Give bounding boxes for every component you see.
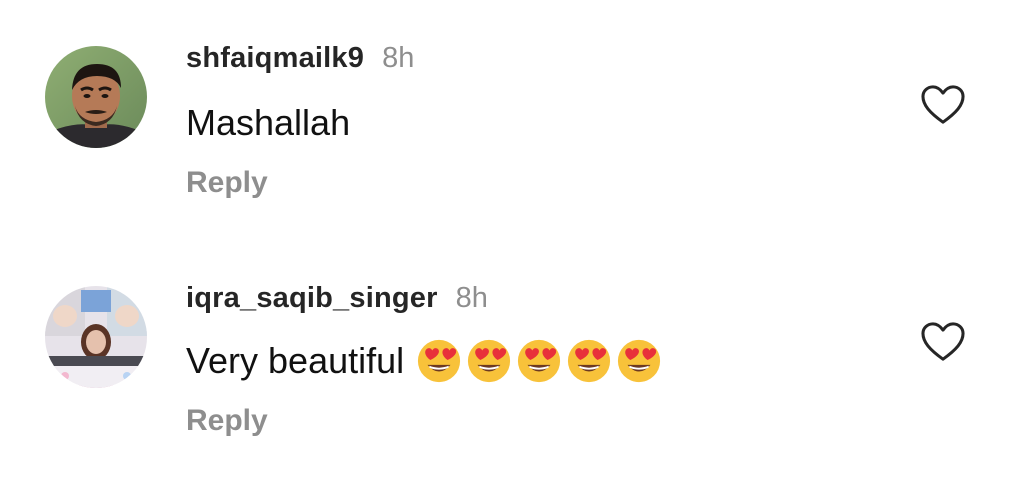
- reply-button[interactable]: Reply: [186, 404, 268, 438]
- comment-item: iqra_saqib_singer 8h Very beautiful Repl…: [0, 0, 1024, 437]
- emoji-row: [416, 338, 666, 384]
- comment-meta: iqra_saqib_singer 8h: [186, 282, 488, 322]
- comment-text-body: Very beautiful: [186, 340, 405, 381]
- timestamp: 8h: [455, 282, 488, 314]
- heart-eyes-emoji-icon: [468, 339, 511, 383]
- heart-eyes-emoji-icon: [418, 339, 461, 383]
- comment-text: Very beautiful: [186, 336, 666, 386]
- heart-eyes-emoji-icon: [568, 339, 611, 383]
- avatar[interactable]: [45, 286, 147, 388]
- heart-eyes-emoji-icon: [518, 339, 561, 383]
- heart-outline-icon[interactable]: [920, 321, 966, 363]
- avatar-image: [45, 286, 147, 388]
- comments-list: shfaiqmailk9 8h Mashallah Reply iqra_saq…: [0, 0, 1024, 480]
- username[interactable]: iqra_saqib_singer: [186, 282, 438, 315]
- heart-eyes-emoji-icon: [618, 339, 661, 383]
